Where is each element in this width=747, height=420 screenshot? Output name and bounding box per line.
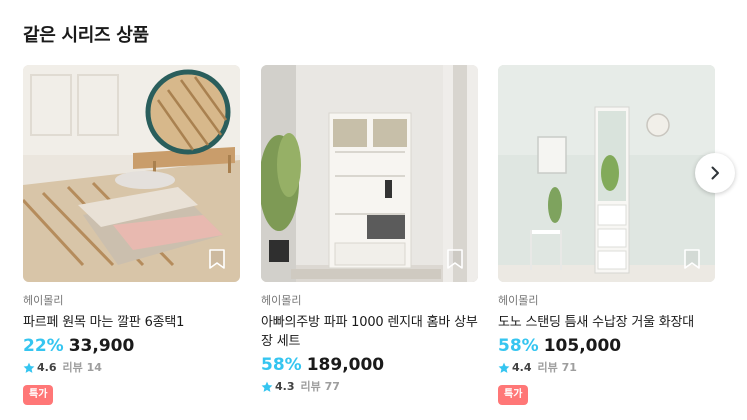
- section-title: 같은 시리즈 상품: [23, 25, 149, 46]
- bookmark-icon[interactable]: [207, 248, 227, 270]
- bookmark-icon[interactable]: [445, 248, 465, 270]
- rating-row: 4.3 리뷰 77: [261, 379, 478, 395]
- price: 105,000: [543, 336, 622, 356]
- discount-rate: 22%: [23, 336, 64, 356]
- bookmark-icon[interactable]: [682, 248, 702, 270]
- product-name[interactable]: 아빠의주방 파파 1000 렌지대 홈바 상부장 세트: [261, 313, 478, 351]
- price: 33,900: [68, 336, 135, 356]
- product-card[interactable]: 헤이몰리 파르페 원목 마는 깔판 6종택1 22% 33,900 4.6 리뷰 …: [23, 65, 240, 405]
- chevron-right-icon: [711, 166, 719, 180]
- product-image[interactable]: [23, 65, 240, 282]
- price-row: 22% 33,900: [23, 335, 240, 357]
- product-name[interactable]: 도노 스탠딩 틈새 수납장 거울 화장대: [498, 313, 715, 332]
- price: 189,000: [306, 355, 385, 375]
- product-image[interactable]: [261, 65, 478, 282]
- product-card[interactable]: 헤이몰리 도노 스탠딩 틈새 수납장 거울 화장대 58% 105,000 4.4…: [498, 65, 715, 405]
- discount-rate: 58%: [261, 355, 302, 375]
- discount-rate: 58%: [498, 336, 539, 356]
- product-brand[interactable]: 헤이몰리: [261, 294, 478, 308]
- special-price-badge: 특가: [498, 385, 529, 405]
- product-card[interactable]: 헤이몰리 아빠의주방 파파 1000 렌지대 홈바 상부장 세트 58% 189,…: [261, 65, 478, 395]
- rating-row: 4.4 리뷰 71: [498, 360, 715, 376]
- price-row: 58% 105,000: [498, 335, 715, 357]
- special-price-badge: 특가: [23, 385, 54, 405]
- product-brand[interactable]: 헤이몰리: [23, 294, 240, 308]
- star-icon: [498, 362, 510, 373]
- product-name[interactable]: 파르페 원목 마는 깔판 6종택1: [23, 313, 240, 332]
- rating-value: 4.3: [275, 380, 295, 393]
- star-icon: [261, 381, 273, 392]
- rating-value: 4.6: [37, 361, 57, 374]
- rating-value: 4.4: [512, 361, 532, 374]
- price-row: 58% 189,000: [261, 354, 478, 376]
- rating-row: 4.6 리뷰 14: [23, 360, 240, 376]
- review-count: 리뷰 77: [300, 380, 340, 393]
- product-image[interactable]: [498, 65, 715, 282]
- review-count: 리뷰 71: [537, 361, 577, 374]
- carousel-next-button[interactable]: [695, 153, 735, 193]
- star-icon: [23, 362, 35, 373]
- product-brand[interactable]: 헤이몰리: [498, 294, 715, 308]
- review-count: 리뷰 14: [62, 361, 102, 374]
